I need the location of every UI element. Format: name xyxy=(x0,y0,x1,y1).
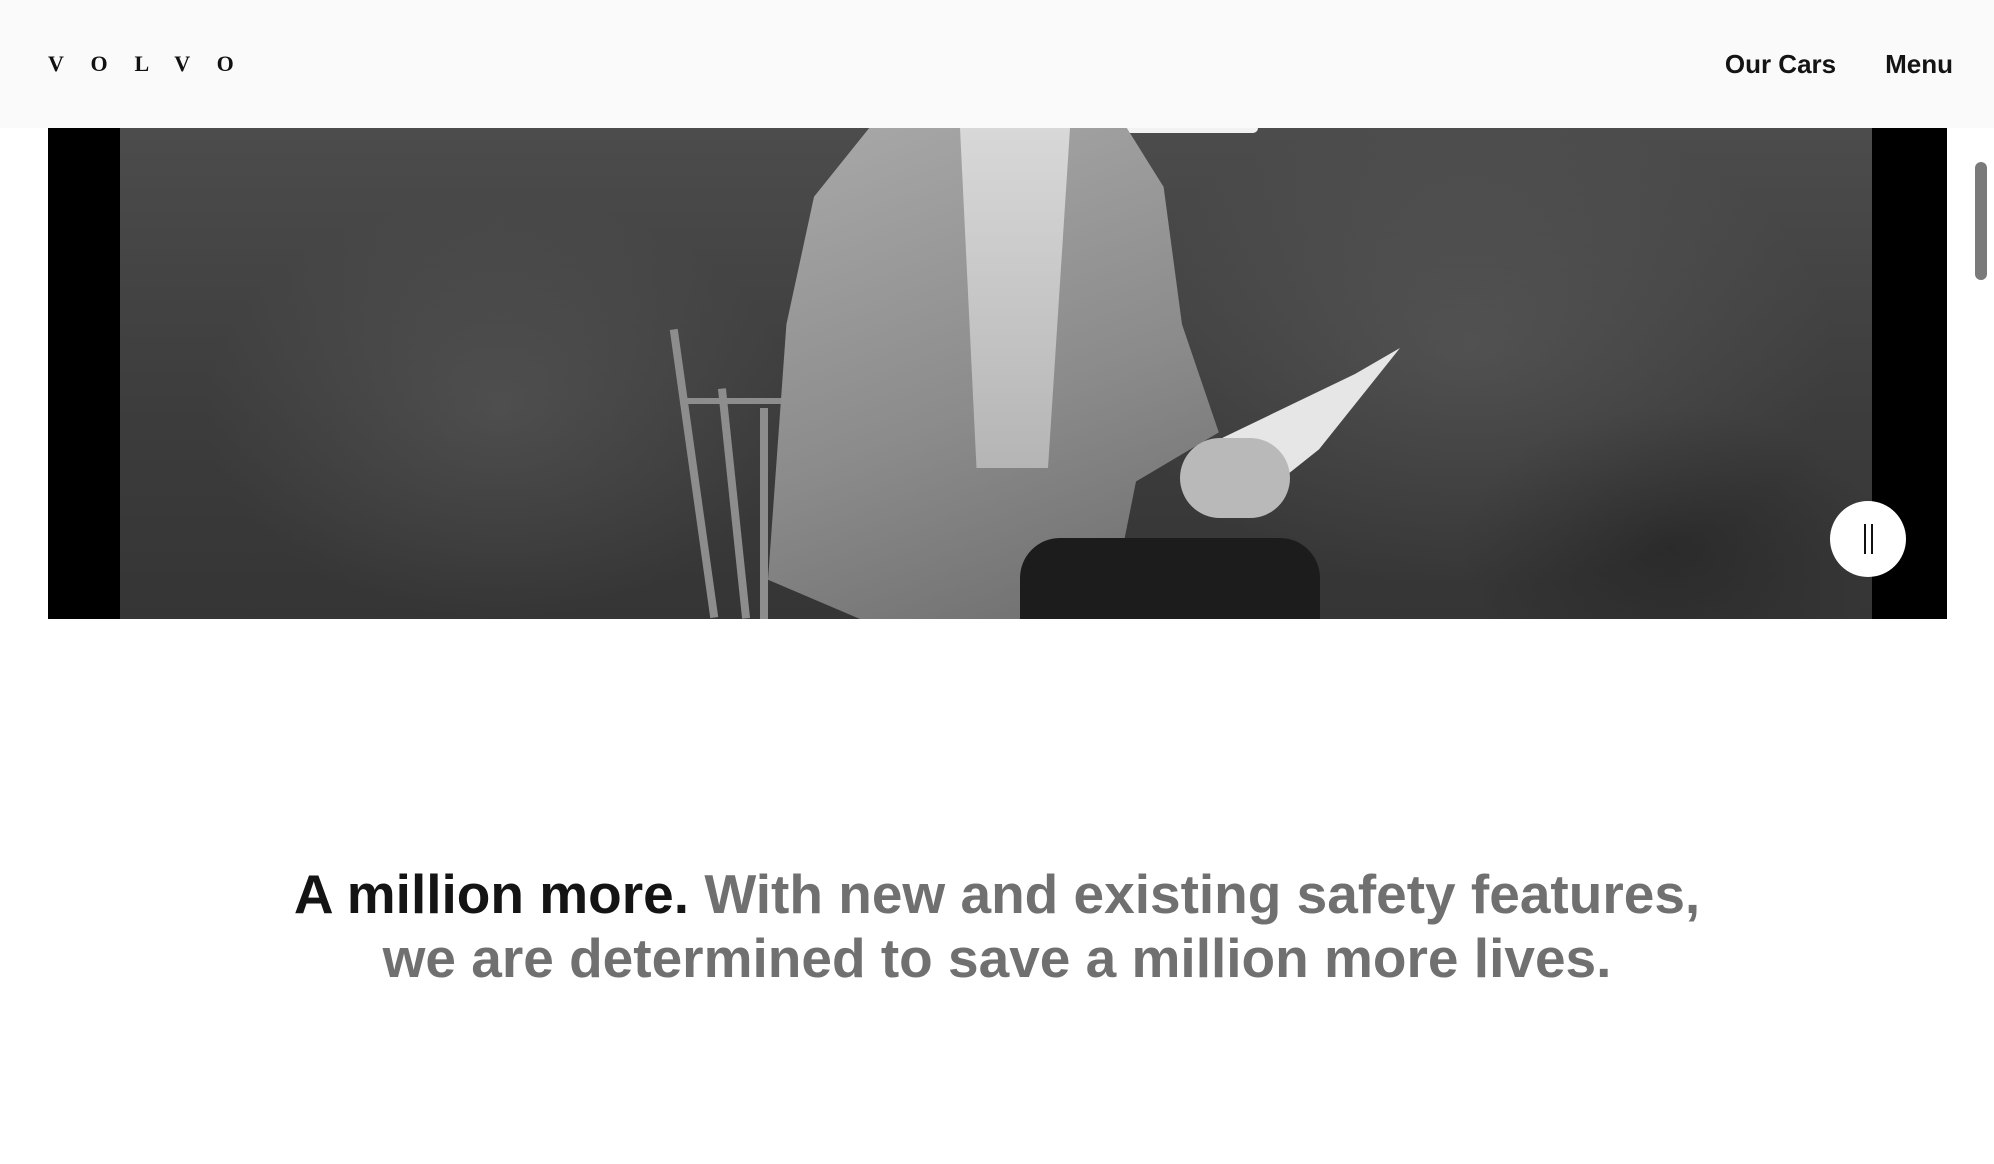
hands xyxy=(1180,438,1290,518)
statement-line-1: A million more. With new and existing sa… xyxy=(0,862,1994,926)
safety-statement: A million more. With new and existing sa… xyxy=(0,862,1994,990)
volvo-logo[interactable]: VOLVO xyxy=(48,53,261,75)
hero-video[interactable] xyxy=(48,128,1947,619)
pause-icon xyxy=(1863,524,1866,554)
pause-button[interactable] xyxy=(1830,501,1906,577)
statement-body-1: With new and existing safety features, xyxy=(704,863,1701,925)
top-nav: Our Cars Menu xyxy=(1725,49,1953,80)
site-header: VOLVO Our Cars Menu xyxy=(0,0,1994,128)
pause-icon-bar xyxy=(1870,524,1873,554)
statement-lead: A million more. xyxy=(293,863,690,925)
statement-body-2: we are determined to save a million more… xyxy=(382,927,1612,989)
video-frame xyxy=(120,128,1872,619)
our-cars-link[interactable]: Our Cars xyxy=(1725,49,1836,80)
scrollbar-thumb[interactable] xyxy=(1975,162,1987,280)
menu-button[interactable]: Menu xyxy=(1885,49,1953,80)
trousers xyxy=(1020,538,1320,619)
